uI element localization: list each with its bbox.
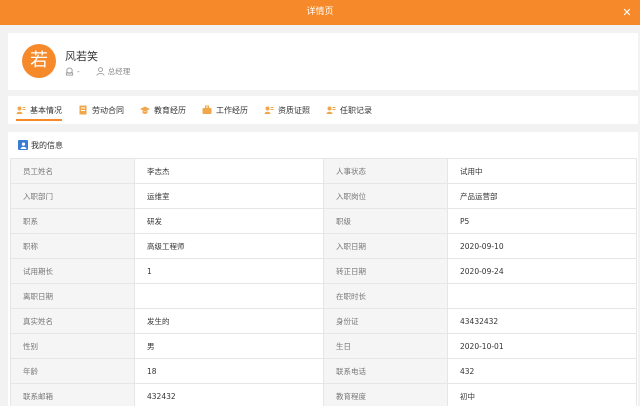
field-label: 在职时长: [323, 283, 448, 309]
field-label: 职称: [10, 233, 135, 259]
field-value: 试用中: [447, 158, 637, 184]
briefcase-icon: [202, 105, 212, 114]
field-value: 高级工程师: [134, 233, 324, 259]
tab-certificates[interactable]: 资质证照: [264, 96, 310, 124]
field-label: 入职部门: [10, 183, 135, 209]
tab-appointment-records[interactable]: 任职记录: [326, 96, 372, 124]
record-icon: [326, 106, 336, 114]
profile-name: 风若笑: [65, 50, 98, 63]
field-value: 1: [134, 258, 324, 284]
table-row: 职称 高级工程师 入职日期 2020-09-10: [10, 233, 637, 259]
window-title: 详情页: [306, 7, 334, 17]
tab-labor-contract[interactable]: 劳动合同: [78, 96, 124, 124]
tab-education[interactable]: 教育经历: [140, 96, 186, 124]
user-card-icon: [16, 106, 26, 114]
table-row: 入职部门 运维室 入职岗位 产品运营部: [10, 183, 637, 209]
contact-icon: [65, 67, 74, 76]
table-row: 试用期长 1 转正日期 2020-09-24: [10, 258, 637, 284]
tab-label: 任职记录: [340, 105, 372, 115]
contract-icon: [79, 105, 87, 115]
field-value: 产品运营部: [447, 183, 637, 209]
field-value: 男: [134, 333, 324, 359]
field-label: 转正日期: [323, 258, 448, 284]
field-value: 李志杰: [134, 158, 324, 184]
field-label: 生日: [323, 333, 448, 359]
field-value: 2020-09-24: [447, 258, 637, 284]
table-row: 年龄 18 联系电话 432: [10, 358, 637, 384]
field-label: 入职日期: [323, 233, 448, 259]
tab-bar: 基本情况 劳动合同 教育经历 工作经历 资质证照 任职记录: [8, 96, 638, 124]
tab-label: 劳动合同: [92, 105, 124, 115]
field-value: 发生的: [134, 308, 324, 334]
tab-label: 基本情况: [30, 105, 62, 115]
table-row: 性别男生日 2020-10-01: [10, 333, 637, 359]
field-label: 身份证: [323, 308, 448, 334]
field-label: 教育程度: [323, 383, 448, 406]
tab-work-experience[interactable]: 工作经历: [202, 96, 248, 124]
section-title: 我的信息: [31, 140, 63, 150]
field-value: P5: [447, 208, 637, 234]
field-label: 入职岗位: [323, 183, 448, 209]
graduation-cap-icon: [140, 106, 150, 114]
info-card: 我的信息 员工姓名 李志杰 人事状态 试用中 入职部门 运维室 入职岗位 产品运营部 职系 研发职…: [8, 132, 638, 406]
profile-meta-value: -: [77, 67, 80, 76]
field-value: 432432: [134, 383, 324, 406]
tab-label: 教育经历: [154, 105, 186, 115]
field-value: 2020-10-01: [447, 333, 637, 359]
tab-label: 工作经历: [216, 105, 248, 115]
field-label: 真实姓名: [10, 308, 135, 334]
avatar: 若: [22, 44, 56, 78]
field-label: 性别: [10, 333, 135, 359]
field-label: 员工姓名: [10, 158, 135, 184]
field-label: 试用期长: [10, 258, 135, 284]
field-value: 2020-09-10: [447, 233, 637, 259]
field-label: 人事状态: [323, 158, 448, 184]
tab-basic-info[interactable]: 基本情况: [16, 96, 62, 124]
profile-meta: - 总经理: [65, 66, 130, 77]
profile-card: 若 风若笑 - 总经理: [8, 33, 638, 90]
title-bar: 详情页 ✕: [0, 0, 640, 25]
field-label: 离职日期: [10, 283, 135, 309]
info-table: 员工姓名 李志杰 人事状态 试用中 入职部门 运维室 入职岗位 产品运营部 职系 研发 职级 P5 职称…: [10, 158, 637, 406]
field-label: 联系邮箱: [10, 383, 135, 406]
tab-label: 资质证照: [278, 105, 310, 115]
field-value: [134, 283, 324, 309]
field-label: 职系: [10, 208, 135, 234]
field-label: 年龄: [10, 358, 135, 384]
table-row: 联系邮箱 432432 教育程度 初中: [10, 383, 637, 406]
table-row: 离职日期 在职时长: [10, 283, 637, 309]
table-row: 真实姓名 发生的 身份证 43432432: [10, 308, 637, 334]
person-icon: [96, 67, 105, 76]
close-icon[interactable]: ✕: [620, 0, 634, 25]
field-value: [447, 283, 637, 309]
table-row: 员工姓名 李志杰 人事状态 试用中: [10, 158, 637, 184]
user-badge-icon: [18, 140, 28, 150]
field-value: 研发: [134, 208, 324, 234]
section-header: 我的信息: [8, 132, 638, 158]
field-value: 初中: [447, 383, 637, 406]
field-label: 职级: [323, 208, 448, 234]
certificate-icon: [264, 106, 274, 114]
profile-position: 总经理: [107, 67, 131, 76]
field-value: 43432432: [447, 308, 637, 334]
field-value: 18: [134, 358, 324, 384]
field-value: 432: [447, 358, 637, 384]
table-row: 职系 研发 职级 P5: [10, 208, 637, 234]
field-value: 运维室: [134, 183, 324, 209]
field-label: 联系电话: [323, 358, 448, 384]
